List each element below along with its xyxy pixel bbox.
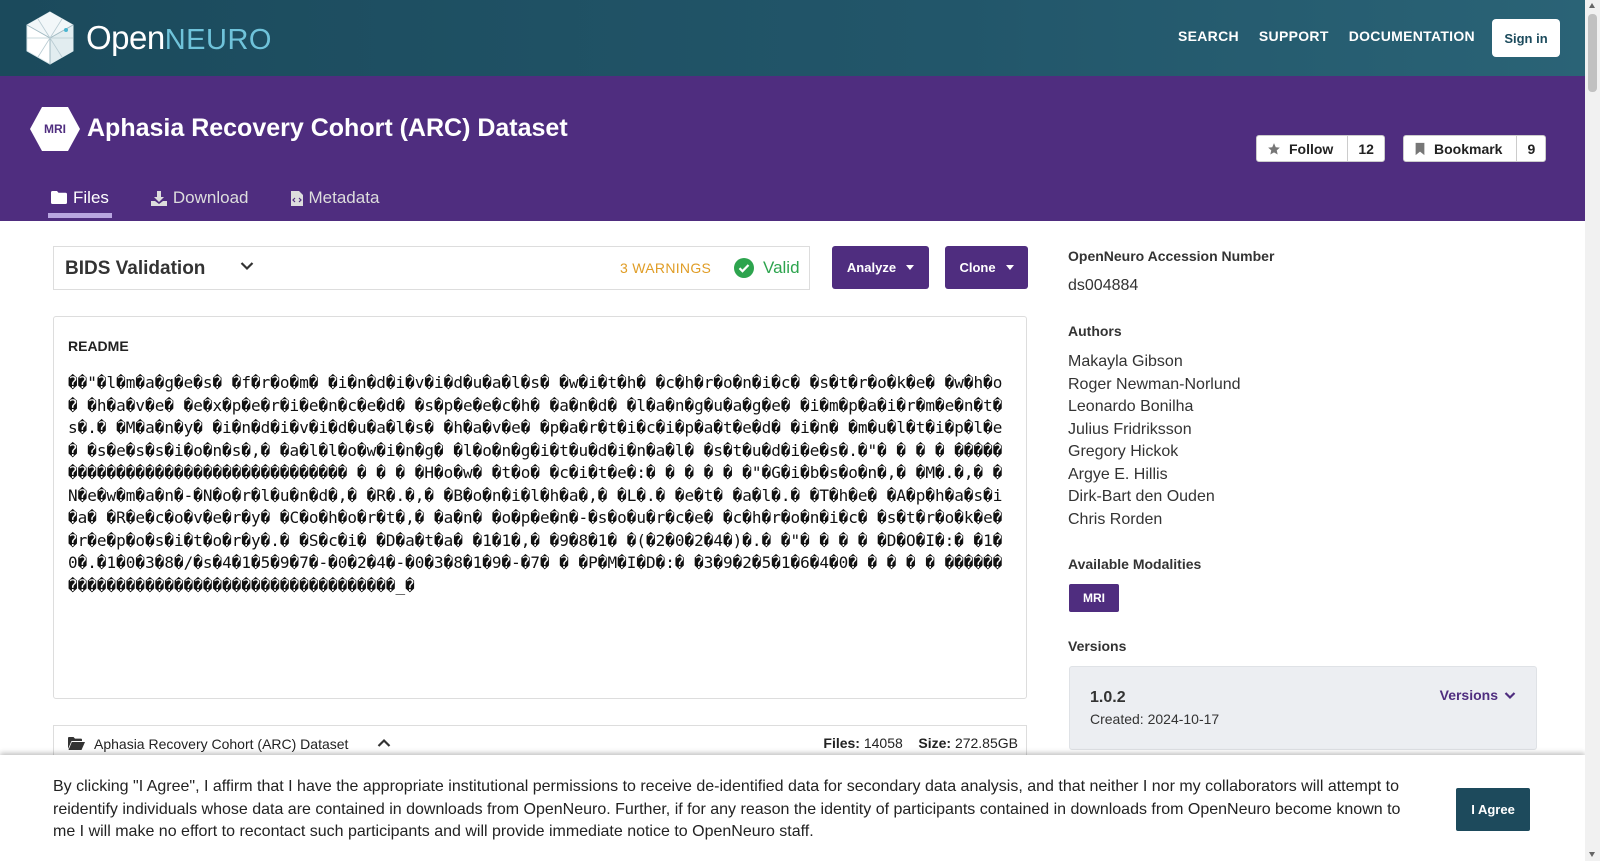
readme-heading: README bbox=[68, 338, 129, 354]
tab-metadata[interactable]: Metadata bbox=[288, 182, 383, 214]
authors-list: Makayla Gibson Roger Newman-Norlund Leon… bbox=[1068, 351, 1241, 531]
bookmark-button[interactable]: Bookmark bbox=[1404, 136, 1518, 161]
bids-validation-title: BIDS Validation bbox=[65, 258, 206, 279]
caret-down-icon bbox=[906, 265, 915, 270]
author-name: Roger Newman-Norlund bbox=[1068, 375, 1241, 393]
brand-accent: NEURO bbox=[164, 24, 272, 56]
bids-valid-status: Valid bbox=[734, 258, 800, 278]
clone-button[interactable]: Clone bbox=[945, 246, 1028, 289]
follow-button-group[interactable]: Follow 12 bbox=[1256, 135, 1385, 162]
bookmark-button-group[interactable]: Bookmark 9 bbox=[1403, 135, 1547, 162]
author-name: Argye E. Hillis bbox=[1068, 465, 1168, 483]
author-name: Julius Fridriksson bbox=[1068, 420, 1192, 438]
analyze-button[interactable]: Analyze bbox=[832, 246, 929, 289]
modality-hex-badge: MRI bbox=[29, 106, 81, 152]
accession-heading: OpenNeuro Accession Number bbox=[1068, 248, 1275, 264]
modality-hex-label: MRI bbox=[44, 122, 66, 136]
bookmark-icon bbox=[1415, 142, 1425, 155]
author-name: Makayla Gibson bbox=[1068, 353, 1183, 370]
author-name: Dirk-Bart den Ouden bbox=[1068, 488, 1215, 505]
nav-link-support[interactable]: SUPPORT bbox=[1259, 28, 1329, 44]
nav-link-documentation[interactable]: DOCUMENTATION bbox=[1349, 28, 1475, 44]
folder-icon bbox=[51, 191, 67, 204]
brand-main: Open bbox=[86, 19, 165, 56]
tab-download[interactable]: Download bbox=[148, 182, 252, 214]
dataset-header: MRI Aphasia Recovery Cohort (ARC) Datase… bbox=[0, 76, 1585, 221]
brand-wordmark[interactable]: OpenNEURO bbox=[86, 18, 272, 60]
size-label: Size: bbox=[918, 735, 952, 751]
folder-open-icon bbox=[68, 737, 85, 750]
sign-in-button[interactable]: Sign in bbox=[1492, 19, 1560, 57]
file-tree-dataset-name: Aphasia Recovery Cohort (ARC) Dataset bbox=[94, 736, 349, 752]
tab-files-label: Files bbox=[73, 187, 109, 207]
follow-count: 12 bbox=[1358, 140, 1374, 157]
download-icon bbox=[150, 190, 167, 206]
file-code-icon bbox=[290, 190, 303, 206]
bids-warnings-count[interactable]: 3 WARNINGS bbox=[620, 260, 711, 276]
versions-dropdown-button[interactable]: Versions bbox=[1440, 687, 1516, 703]
i-agree-button[interactable]: I Agree bbox=[1456, 788, 1530, 831]
analyze-label: Analyze bbox=[846, 260, 897, 275]
accession-number: ds004884 bbox=[1068, 277, 1139, 294]
bids-validation-panel[interactable]: BIDS Validation 3 WARNINGS Valid bbox=[53, 246, 810, 290]
version-number: 1.0.2 bbox=[1090, 689, 1126, 706]
tab-metadata-label: Metadata bbox=[308, 188, 380, 207]
consent-text: By clicking "I Agree", I affirm that I h… bbox=[53, 778, 1401, 840]
readme-panel: README ��"�l�m�a�g�e�s� �f�r�o�m� �i�n�d… bbox=[53, 316, 1027, 699]
chevron-down-icon[interactable] bbox=[240, 261, 254, 271]
author-name: Chris Rorden bbox=[1068, 510, 1163, 528]
scroll-up-arrow-icon[interactable] bbox=[1589, 3, 1595, 8]
author-name: Gregory Hickok bbox=[1068, 443, 1179, 460]
bids-valid-label: Valid bbox=[763, 258, 800, 277]
tab-files[interactable]: Files bbox=[48, 182, 112, 218]
file-tree-stats: Files: 14058 Size: 272.85GB bbox=[823, 735, 1018, 751]
nav-link-search[interactable]: SEARCH bbox=[1178, 28, 1239, 44]
version-created-date: Created: 2024-10-17 bbox=[1090, 711, 1220, 727]
tab-download-label: Download bbox=[172, 188, 249, 207]
scroll-down-arrow-icon[interactable] bbox=[1589, 852, 1595, 857]
file-tree-header[interactable]: Aphasia Recovery Cohort (ARC) Dataset Fi… bbox=[53, 725, 1027, 755]
check-circle-icon bbox=[734, 258, 754, 278]
versions-heading: Versions bbox=[1068, 638, 1127, 654]
bookmark-count: 9 bbox=[1527, 140, 1536, 157]
follow-label: Follow bbox=[1289, 140, 1334, 157]
bookmark-label: Bookmark bbox=[1434, 140, 1503, 157]
files-count: 14058 bbox=[863, 735, 903, 751]
page-scrollbar[interactable] bbox=[1585, 0, 1600, 861]
author-name: Leonardo Bonilha bbox=[1068, 398, 1194, 415]
dataset-title: Aphasia Recovery Cohort (ARC) Dataset bbox=[87, 114, 568, 142]
scrollbar-thumb[interactable] bbox=[1588, 14, 1597, 92]
versions-panel: 1.0.2 Created: 2024-10-17 Versions bbox=[1069, 666, 1537, 750]
openneuro-logo-icon[interactable] bbox=[24, 10, 76, 66]
clone-label: Clone bbox=[959, 260, 996, 275]
modalities-heading: Available Modalities bbox=[1068, 556, 1202, 572]
authors-heading: Authors bbox=[1068, 323, 1122, 339]
chevron-down-icon bbox=[1504, 691, 1516, 699]
dataset-tabs: Files Download Metadata bbox=[48, 182, 382, 218]
files-count-label: Files: bbox=[823, 735, 860, 751]
follow-button[interactable]: Follow bbox=[1257, 136, 1349, 161]
nav-links: SEARCH SUPPORT DOCUMENTATION bbox=[1178, 28, 1475, 44]
chevron-up-icon[interactable] bbox=[377, 738, 391, 748]
versions-link-label: Versions bbox=[1439, 687, 1498, 703]
size-value: 272.85GB bbox=[954, 735, 1018, 751]
modality-badge-mri[interactable]: MRI bbox=[1069, 584, 1119, 612]
consent-banner: By clicking "I Agree", I affirm that I h… bbox=[0, 755, 1585, 861]
hexagon-icon: MRI bbox=[30, 107, 80, 151]
caret-down-icon bbox=[1005, 265, 1014, 270]
top-nav: OpenNEURO SEARCH SUPPORT DOCUMENTATION S… bbox=[0, 0, 1585, 76]
star-icon bbox=[1268, 142, 1280, 155]
readme-body: ��"�l�m�a�g�e�s� �f�r�o�m� �i�n�d�i�v�i�… bbox=[68, 373, 1013, 595]
